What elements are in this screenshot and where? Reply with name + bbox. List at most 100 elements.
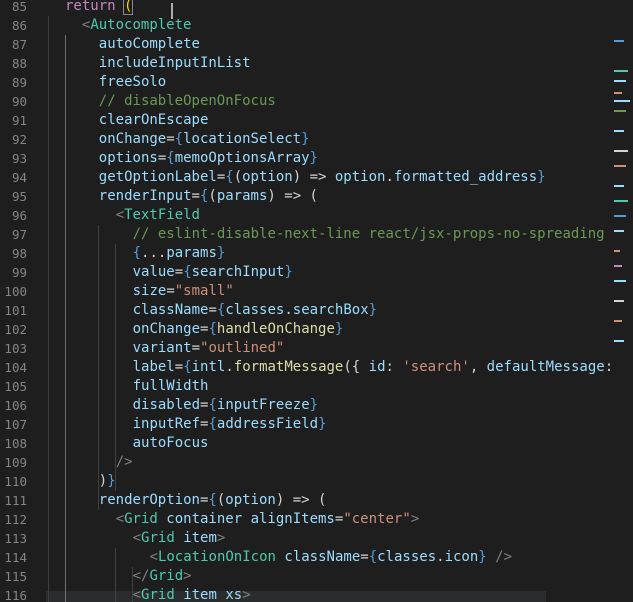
line-number: 96 bbox=[11, 208, 27, 223]
code-token: renderOption bbox=[98, 492, 200, 508]
code-line: onChange={locationSelect} bbox=[99, 130, 310, 149]
line-number: 105 bbox=[4, 379, 27, 394]
code-token: . bbox=[284, 302, 293, 318]
indent-guide bbox=[48, 16, 49, 602]
code-token: ... bbox=[141, 245, 167, 261]
minimap-line bbox=[614, 320, 622, 322]
line-number: 87 bbox=[11, 37, 27, 52]
code-token: params bbox=[216, 188, 268, 204]
minimap-line bbox=[614, 215, 626, 217]
code-line: <Grid item xs> bbox=[133, 586, 251, 602]
code-line: renderOption={(option) => ( bbox=[99, 491, 327, 510]
code-token: ( bbox=[216, 492, 226, 508]
code-token: < bbox=[115, 511, 125, 527]
line-number: 94 bbox=[11, 170, 27, 185]
code-line: <LocationOnIcon className={classes.icon}… bbox=[150, 548, 513, 567]
code-token: addressField bbox=[216, 416, 319, 432]
minimap-line bbox=[614, 80, 626, 82]
code-token: } bbox=[478, 549, 487, 565]
code-token: . bbox=[436, 549, 445, 565]
code-area[interactable]: return (<Autocomplete autoComplete include… bbox=[40, 0, 610, 602]
line-number: 115 bbox=[4, 569, 27, 584]
code-line: getOptionLabel={(option) => option.forma… bbox=[99, 168, 546, 187]
code-token: inputFreeze bbox=[216, 397, 310, 413]
line-number: 106 bbox=[4, 398, 27, 413]
code-token: getOptionLabel bbox=[98, 169, 217, 185]
code-token: option bbox=[225, 492, 276, 508]
code-token: handleOnChange bbox=[216, 321, 335, 337]
code-token: = bbox=[157, 150, 167, 166]
code-line: fullWidth bbox=[133, 377, 209, 396]
code-line: className={classes.searchBox} bbox=[133, 301, 377, 320]
line-number: 114 bbox=[4, 550, 27, 565]
code-token: > bbox=[216, 530, 226, 546]
line-number: 95 bbox=[11, 189, 27, 204]
line-number: 107 bbox=[4, 417, 27, 432]
code-token: classes bbox=[377, 549, 437, 565]
code-line: <Grid item> bbox=[133, 529, 226, 548]
code-token: fullWidth bbox=[132, 378, 209, 394]
code-line: autoFocus bbox=[133, 434, 209, 453]
code-token: ) bbox=[267, 188, 276, 204]
code-token: ( bbox=[233, 169, 243, 185]
code-token: alignItems bbox=[250, 511, 335, 527]
minimap-line bbox=[614, 110, 626, 112]
code-token: = bbox=[166, 131, 175, 147]
code-token: = bbox=[166, 283, 175, 299]
minimap-line bbox=[614, 230, 624, 232]
code-token: options bbox=[98, 150, 158, 166]
minimap-line bbox=[614, 250, 620, 252]
code-token: disabled bbox=[132, 397, 201, 413]
line-number: 100 bbox=[4, 284, 27, 299]
code-token: ) bbox=[98, 473, 108, 489]
code-token: { bbox=[183, 359, 192, 375]
code-token: className bbox=[284, 549, 361, 565]
code-line: clearOnEscape bbox=[99, 111, 209, 130]
code-token: className bbox=[132, 302, 209, 318]
minimap-line bbox=[614, 265, 622, 267]
code-token: size bbox=[132, 283, 167, 299]
code-token: params bbox=[166, 245, 217, 261]
code-token: formatMessage bbox=[233, 359, 344, 375]
code-token: searchInput bbox=[191, 264, 285, 280]
code-token: "small" bbox=[174, 283, 234, 299]
minimap-line bbox=[614, 150, 628, 152]
vertical-scrollbar[interactable] bbox=[610, 0, 633, 602]
code-token: /> bbox=[495, 549, 513, 565]
code-token: { bbox=[132, 245, 142, 261]
code-token: > bbox=[183, 568, 192, 584]
code-token: formatted_address bbox=[393, 169, 538, 185]
line-number: 86 bbox=[11, 18, 27, 33]
indent-guide bbox=[132, 567, 133, 602]
code-token: onChange bbox=[98, 131, 167, 147]
code-line: variant="outlined" bbox=[133, 339, 285, 358]
code-token: } bbox=[309, 150, 318, 166]
code-token: TextField bbox=[124, 207, 200, 223]
code-editor[interactable]: 85 86 87 88 89 90 91 92 93 94 95 96 97 98 99 100 101 102 1… bbox=[0, 0, 633, 602]
code-token: { bbox=[208, 492, 217, 508]
code-token: inputRef bbox=[132, 416, 201, 432]
code-line: <Autocomplete bbox=[82, 16, 192, 35]
code-token: classes bbox=[225, 302, 285, 318]
code-token: . bbox=[385, 169, 394, 185]
minimap-line bbox=[614, 300, 624, 302]
code-line: onChange={handleOnChange} bbox=[133, 320, 344, 339]
line-number: 101 bbox=[4, 303, 27, 318]
line-number: 93 bbox=[11, 151, 27, 166]
code-token: container bbox=[166, 511, 243, 527]
code-token: label bbox=[132, 359, 175, 375]
line-number: 108 bbox=[4, 436, 27, 451]
line-number: 85 bbox=[11, 0, 27, 14]
code-token: { bbox=[225, 169, 234, 185]
current-line-highlight bbox=[46, 591, 546, 602]
code-token: ( bbox=[122, 0, 134, 15]
code-line: // eslint-disable-next-line react/jsx-pr… bbox=[133, 225, 605, 244]
code-token: = bbox=[174, 359, 184, 375]
code-token: = bbox=[208, 302, 217, 318]
code-token: intl bbox=[191, 359, 226, 375]
minimap-line bbox=[614, 340, 624, 342]
minimap-line bbox=[614, 92, 622, 94]
line-number: 104 bbox=[4, 360, 27, 375]
code-token: // eslint-disable-next-line react/jsx-pr… bbox=[132, 226, 605, 242]
